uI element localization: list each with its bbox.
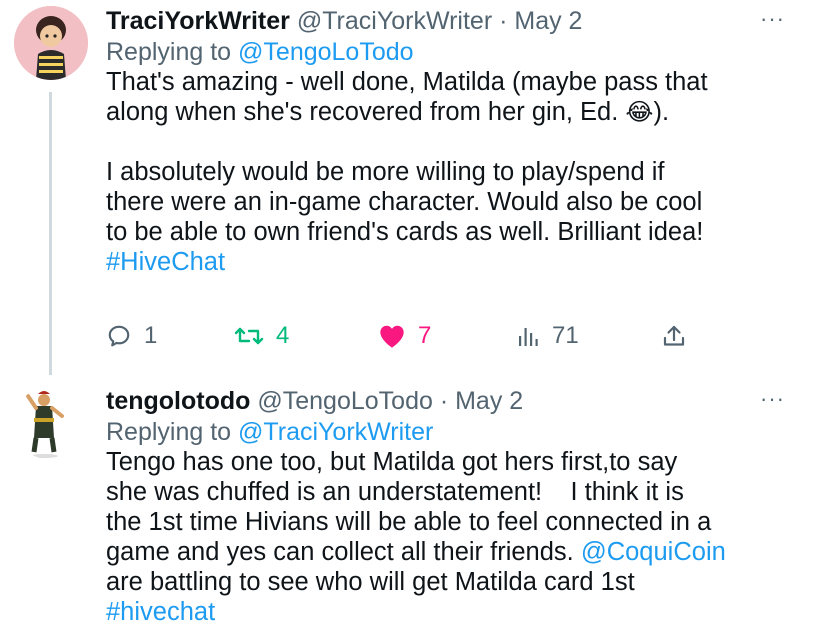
hashtag-link[interactable]: #hivechat — [106, 598, 215, 626]
more-options-button[interactable]: ··· — [760, 6, 785, 32]
views-count: 71 — [552, 322, 579, 349]
separator-dot: · — [499, 7, 508, 35]
tweet-date[interactable]: May 2 — [514, 7, 582, 35]
hashtag-link[interactable]: #HiveChat — [106, 248, 225, 276]
user-handle[interactable]: @TengoLoTodo — [257, 387, 433, 415]
tweet-text-paragraph2: I absolutely would be more willing to pl… — [106, 158, 704, 246]
display-name[interactable]: tengolotodo — [106, 387, 250, 415]
share-icon — [663, 325, 685, 346]
replying-prefix: Replying to — [106, 418, 239, 446]
replying-to-mention[interactable]: @TraciYorkWriter — [238, 418, 433, 446]
tweet-text-line2: along when she's recovered from her gin,… — [106, 98, 626, 126]
retweet-count: 4 — [276, 322, 290, 349]
tweet-text-part2: are battling to see who will get Matilda… — [106, 568, 635, 596]
avatar-traciyorkwriter[interactable] — [14, 6, 88, 80]
tweet-tengolotodo[interactable]: tengolotodo @TengoLoTodo · May 2 ··· Rep… — [106, 386, 785, 627]
tweet-header: TraciYorkWriter @TraciYorkWriter · May 2 — [106, 6, 785, 36]
like-count: 7 — [418, 322, 432, 349]
share-button[interactable] — [662, 318, 686, 354]
mention-link[interactable]: @CoquiCoin — [581, 538, 726, 566]
tweet-text-line1: That's amazing - well done, Matilda (may… — [106, 68, 708, 96]
separator-dot: · — [439, 387, 449, 415]
user-handle[interactable]: @TraciYorkWriter — [297, 7, 492, 35]
tweet-traciyorkwriter[interactable]: TraciYorkWriter @TraciYorkWriter · May 2… — [106, 6, 785, 277]
replying-to-mention[interactable]: @TengoLoTodo — [238, 38, 414, 66]
tweet-text-line2-end: ). — [653, 98, 670, 126]
replying-prefix: Replying to — [106, 38, 239, 66]
reply-button[interactable]: 1 — [106, 318, 157, 354]
tweet-header: tengolotodo @TengoLoTodo · May 2 — [106, 386, 785, 416]
more-options-button[interactable]: ··· — [760, 386, 785, 412]
heart-icon — [380, 325, 404, 348]
avatar-illustration — [14, 6, 88, 80]
tweet-text: Tengo has one too, but Matilda got hers … — [106, 447, 785, 627]
display-name[interactable]: TraciYorkWriter — [106, 7, 290, 35]
replying-to: Replying to @TengoLoTodo — [106, 37, 785, 67]
reply-count: 1 — [144, 322, 158, 349]
replying-to: Replying to @TraciYorkWriter — [106, 417, 785, 447]
tweet-text: That's amazing - well done, Matilda (may… — [106, 67, 785, 277]
views-button[interactable]: 71 — [516, 318, 579, 354]
avatar-illustration — [14, 386, 88, 460]
tweet-actions-bar: 1 4 7 71 — [106, 318, 706, 354]
views-chart-icon — [519, 328, 538, 346]
tweet-date[interactable]: May 2 — [455, 387, 523, 415]
thread-connector-line — [49, 92, 52, 375]
like-button[interactable]: 7 — [378, 318, 431, 354]
retweet-button[interactable]: 4 — [234, 318, 289, 354]
reply-icon — [108, 325, 130, 347]
tears-of-joy-emoji: 😂 — [625, 98, 654, 126]
retweet-icon — [234, 327, 264, 345]
avatar-tengolotodo[interactable] — [14, 386, 88, 460]
